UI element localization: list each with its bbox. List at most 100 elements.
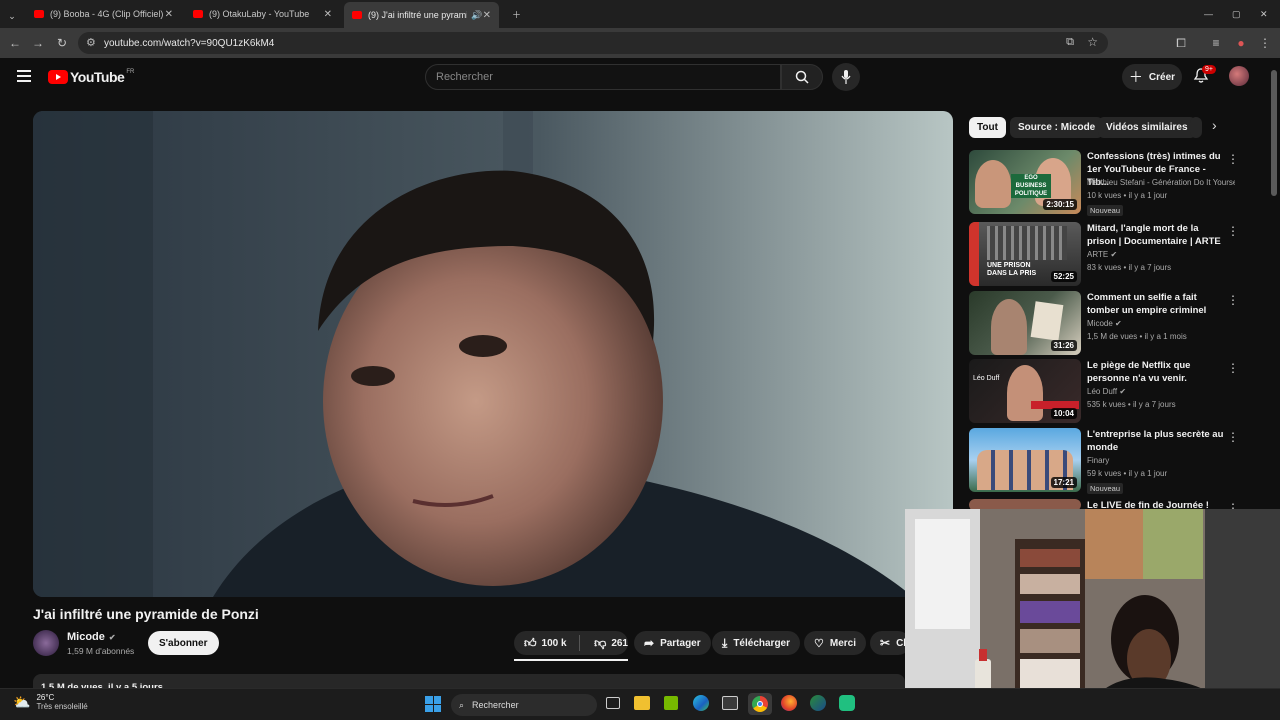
video-thumbnail[interactable]: EGO BUSINESS POLITIQUE 2:30:15 [969, 150, 1081, 214]
recommendation-item[interactable]: Léo Duff 10:04 Le piège de Netflix que p… [969, 359, 1244, 425]
account-avatar[interactable] [1229, 66, 1249, 86]
channel-name[interactable]: Micode [67, 631, 105, 643]
recommendation-item[interactable]: 31:26 Comment un selfie a fait tomber un… [969, 291, 1244, 357]
firefox-icon[interactable] [781, 695, 797, 711]
extensions-icon[interactable]: ⧠ [1173, 35, 1189, 51]
close-tab-icon[interactable]: ✕ [483, 10, 491, 21]
subscribe-button[interactable]: S'abonner [148, 631, 219, 655]
recommendation-title[interactable]: Comment un selfie a fait tomber un empir… [1087, 291, 1227, 317]
youtube-play-logo-icon [48, 70, 68, 84]
hamburger-menu-icon[interactable] [17, 70, 31, 82]
chat-app-icon[interactable] [839, 695, 855, 711]
media-control-icon[interactable]: ≡ [1208, 35, 1224, 51]
like-button[interactable]: 👍︎ 100 k [514, 636, 573, 651]
chip-overflow[interactable] [1190, 117, 1202, 138]
recommendation-title[interactable]: Mitard, l'angle mort de la prison | Docu… [1087, 222, 1227, 248]
share-button[interactable]: ➦ Partager [634, 631, 711, 655]
recommendation-title[interactable]: L'entreprise la plus secrète au monde [1087, 428, 1227, 454]
recommendation-title[interactable]: Le piège de Netflix que personne n'a vu … [1087, 359, 1227, 385]
dislike-button[interactable]: 👎︎ 261 [586, 636, 628, 651]
voice-search-button[interactable] [832, 63, 860, 91]
thanks-label: Merci [829, 637, 856, 649]
nvidia-icon[interactable] [664, 696, 678, 710]
more-options-icon[interactable]: ⋮ [1227, 430, 1239, 444]
plus-icon: ＋ [1128, 69, 1143, 85]
task-view-icon[interactable] [606, 697, 620, 709]
create-label: Créer [1148, 71, 1176, 83]
video-player[interactable] [33, 111, 953, 597]
chrome-taskbar-button[interactable] [748, 693, 772, 715]
recommendation-channel[interactable]: Léo Duff ✔ [1087, 387, 1235, 396]
back-icon[interactable]: ← [7, 35, 23, 51]
channel-avatar[interactable] [33, 630, 59, 656]
clip-button[interactable]: ✂ Cl [870, 631, 910, 655]
youtube-logo[interactable]: YouTube FR [48, 69, 134, 85]
close-tab-icon[interactable]: ✕ [324, 9, 332, 20]
recommendation-meta: 535 k vues • il y a 7 jours [1087, 400, 1176, 409]
notifications-button[interactable]: 9+ [1193, 65, 1216, 89]
page-scrollbar-thumb[interactable] [1271, 70, 1277, 196]
reload-icon[interactable]: ↻ [54, 35, 70, 51]
app-icon[interactable] [810, 695, 826, 711]
video-thumbnail[interactable]: UNE PRISON DANS LA PRIS 52:25 [969, 222, 1081, 286]
create-button[interactable]: ＋ Créer [1122, 64, 1182, 90]
bookmark-star-icon[interactable]: ☆ [1087, 35, 1098, 49]
browser-tab-otakulaby[interactable]: (9) OtakuLaby - YouTube ✕ [185, 4, 340, 24]
verified-check-icon: ✔ [1119, 387, 1127, 396]
channel-name-row[interactable]: Micode ✔ [67, 631, 116, 643]
browser-menu-icon[interactable]: ⋮ [1257, 35, 1273, 51]
video-thumbnail[interactable]: 31:26 [969, 291, 1081, 355]
close-tab-icon[interactable]: ✕ [165, 9, 173, 20]
recommendation-channel[interactable]: Matthieu Stefani - Génération Do It Your… [1087, 178, 1235, 187]
minimize-icon[interactable]: — [1196, 4, 1221, 24]
edge-browser-icon[interactable] [693, 695, 709, 711]
file-explorer-icon[interactable] [634, 696, 650, 710]
chip-similar-videos[interactable]: Vidéos similaires [1098, 117, 1196, 138]
address-bar[interactable]: ⚙ youtube.com/watch?v=90QU1zK6kM4 ⧉ ☆ [78, 32, 1108, 54]
recommendation-channel[interactable]: ARTE ✔ [1087, 250, 1235, 259]
recommendation-meta: 59 k vues • il y a 1 jour [1087, 469, 1168, 478]
recommendation-item[interactable]: EGO BUSINESS POLITIQUE 2:30:15 Confessio… [969, 150, 1244, 216]
recommendation-channel[interactable]: Finary [1087, 456, 1235, 465]
video-thumbnail[interactable]: 17:21 [969, 428, 1081, 492]
thanks-heart-icon: ♡ [814, 637, 824, 650]
chip-all[interactable]: Tout [969, 117, 1006, 138]
download-button[interactable]: ⤓ Télécharger [712, 631, 801, 655]
browser-tab-booba[interactable]: (9) Booba - 4G (Clip Officiel) - Y ✕ [26, 4, 181, 24]
subscriber-count: 1,59 M d'abonnés [67, 646, 135, 656]
maximize-icon[interactable]: ▢ [1224, 4, 1249, 24]
new-tab-button[interactable]: ＋ [504, 4, 529, 24]
chip-source-micode[interactable]: Source : Micode [1010, 117, 1104, 138]
chevron-right-icon[interactable]: › [1212, 117, 1217, 133]
tab-search-icon[interactable]: ⌄ [2, 6, 22, 26]
video-thumbnail[interactable]: Léo Duff 10:04 [969, 359, 1081, 423]
search-input[interactable]: Rechercher [425, 64, 781, 90]
forward-icon[interactable]: → [30, 35, 46, 51]
weather-widget[interactable]: ⛅ 26°C Très ensoleillé [13, 693, 88, 711]
recommendation-meta: 1,5 M de vues • il y a 1 mois [1087, 332, 1187, 341]
more-options-icon[interactable]: ⋮ [1227, 224, 1239, 238]
windows-start-icon[interactable] [425, 696, 441, 712]
close-window-icon[interactable]: ✕ [1252, 4, 1276, 24]
search-icon: ⌕ [459, 699, 465, 710]
recommendation-meta: 10 k vues • il y a 1 jour [1087, 191, 1168, 200]
audio-playing-icon[interactable]: 🔊 [471, 10, 482, 21]
recommendation-meta: 83 k vues • il y a 7 jours [1087, 263, 1172, 272]
more-options-icon[interactable]: ⋮ [1227, 293, 1239, 307]
site-info-icon[interactable]: ⚙ [86, 36, 96, 49]
recommendation-channel[interactable]: Micode ✔ [1087, 319, 1235, 328]
cast-icon[interactable]: ⧉ [1066, 36, 1074, 49]
thanks-button[interactable]: ♡ Merci [804, 631, 866, 655]
taskbar-search[interactable]: ⌕ Rechercher [451, 694, 597, 716]
microsoft-store-icon[interactable] [722, 696, 738, 710]
scissors-icon: ✂ [880, 636, 891, 650]
more-options-icon[interactable]: ⋮ [1227, 152, 1239, 166]
recommendation-item[interactable]: 17:21 L'entreprise la plus secrète au mo… [969, 428, 1244, 494]
search-button[interactable] [781, 64, 823, 90]
youtube-favicon-icon [352, 11, 362, 19]
browser-tab-active[interactable]: (9) J'ai infiltré une pyramide 🔊 ✕ [344, 2, 499, 28]
profile-icon[interactable]: ● [1233, 35, 1249, 51]
more-options-icon[interactable]: ⋮ [1227, 361, 1239, 375]
thumbnail-caption: UNE PRISON DANS LA PRIS [987, 262, 1037, 277]
recommendation-item[interactable]: UNE PRISON DANS LA PRIS 52:25 Mitard, l'… [969, 222, 1244, 288]
